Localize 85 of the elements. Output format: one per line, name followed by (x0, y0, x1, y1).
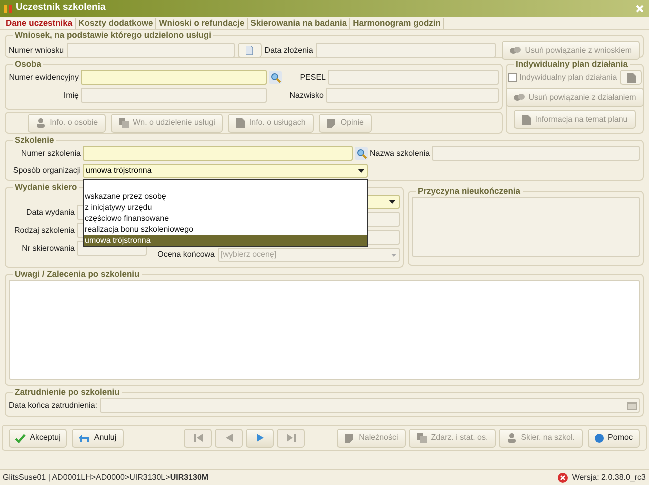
field-label: Numer szkolenia (20, 148, 81, 160)
text-field[interactable] (67, 43, 235, 58)
tab[interactable]: Dane uczestnika (4, 18, 76, 29)
field-label: Sposób organizacji (12, 165, 81, 177)
text-field[interactable] (326, 88, 499, 103)
field-label: Numer wniosku (9, 44, 64, 56)
group-title: Indywidualny plan działania (515, 59, 629, 70)
text-field[interactable] (100, 398, 640, 413)
document-icon (522, 114, 532, 124)
field-label: Nazwa szkolenia (370, 148, 430, 160)
text-field[interactable] (316, 43, 496, 58)
error-icon (558, 472, 568, 482)
group-title: Osoba (14, 59, 42, 70)
tab[interactable]: Harmonogram godzin (351, 18, 444, 29)
cancel-button[interactable]: Anuluj (72, 428, 124, 448)
search-icon[interactable] (355, 147, 368, 160)
text-area[interactable] (9, 280, 640, 380)
field-label: Data wydania (26, 206, 75, 218)
dropdown-option[interactable]: realizacja bonu szkoleniowego (84, 224, 367, 235)
status-path: GlitsSuse01 | AD0001LH>AD0000>UIR3130L>UIR3130M (3, 472, 209, 484)
field-label: Nazwisko (288, 90, 324, 102)
tab[interactable]: Koszty dodatkowe (76, 18, 156, 29)
field-label: PESEL (299, 72, 326, 84)
undo-icon (79, 434, 90, 442)
first-icon (194, 434, 202, 442)
field-label: Ocena końcowa (156, 249, 215, 261)
notes-icon (345, 433, 356, 443)
group-title: Zatrudnienie po szkoleniu (14, 387, 121, 398)
field-label: Imię (62, 90, 79, 102)
accept-button[interactable]: Akceptuj (9, 428, 67, 448)
link-icon (510, 46, 522, 55)
dropdown-arrow-icon (358, 169, 365, 173)
checkmark-icon (15, 434, 26, 442)
document-icon (236, 118, 246, 128)
document-icon (246, 46, 254, 55)
search-icon[interactable] (269, 71, 282, 84)
checkbox[interactable] (508, 73, 517, 82)
close-icon[interactable] (635, 4, 645, 14)
document-icon (626, 72, 636, 82)
dropdown-value: [wybierz ocenę] (221, 249, 277, 261)
text-field[interactable] (81, 88, 267, 103)
dropdown-option[interactable]: z inicjatywy urzędu (84, 202, 367, 213)
field-label: Data złożenia (264, 44, 314, 56)
text-field[interactable] (81, 70, 267, 85)
document-button[interactable] (238, 43, 262, 58)
previous-icon (226, 434, 232, 442)
help-icon (595, 434, 604, 442)
app-icon (4, 4, 12, 12)
dropdown-value: umowa trójstronna (86, 165, 152, 177)
help-button[interactable]: Pomoc (588, 428, 640, 448)
text-field[interactable] (83, 146, 353, 161)
pages-icon (417, 433, 428, 443)
calendar-icon[interactable] (627, 402, 637, 410)
window-title: Uczestnik szkolenia (16, 1, 106, 16)
version-label: Wersja: 2.0.38.0_rc3 (572, 472, 646, 484)
group-title: Przyczyna nieukończenia (417, 186, 522, 197)
person-icon (507, 433, 518, 443)
dropdown-option[interactable]: wskazane przez osobę (84, 191, 367, 202)
tab[interactable]: Wnioski o refundacje (157, 18, 248, 29)
dropdown[interactable]: umowa trójstronna (83, 164, 368, 178)
text-field[interactable] (432, 146, 640, 161)
group-title: Wydanie skiero (14, 182, 78, 193)
group-title: Uwagi / Zalecenia po szkoleniu (14, 269, 141, 280)
field-label: Data końca zatrudnienia: (9, 400, 98, 412)
group-title: Wniosek, na podstawie którego udzielono usługi (14, 30, 212, 41)
dropdown-option[interactable]: częściowo finansowane (84, 213, 367, 224)
last-icon (286, 434, 296, 442)
field-label: Nr skierowania (21, 242, 75, 254)
navigation-button[interactable] (246, 428, 274, 448)
person-icon (36, 118, 46, 128)
notes-icon (326, 118, 337, 128)
group-title: Szkolenie (14, 135, 56, 146)
dropdown-arrow-icon (391, 254, 397, 256)
text-area[interactable] (412, 197, 640, 257)
dropdown-arrow-icon (389, 200, 396, 204)
field-label: Rodzaj szkolenia (14, 224, 75, 236)
checkbox-label: Indywidualny plan działania (520, 72, 618, 84)
next-icon (256, 434, 264, 442)
field-label: Numer ewidencyjny (9, 72, 79, 84)
document-button[interactable] (620, 70, 642, 85)
link-icon (514, 93, 525, 102)
text-field[interactable] (328, 70, 499, 85)
dropdown-option[interactable]: umowa trójstronna (84, 235, 367, 246)
pages-icon (119, 118, 130, 128)
tab[interactable]: Skierowania na badania (248, 18, 350, 29)
